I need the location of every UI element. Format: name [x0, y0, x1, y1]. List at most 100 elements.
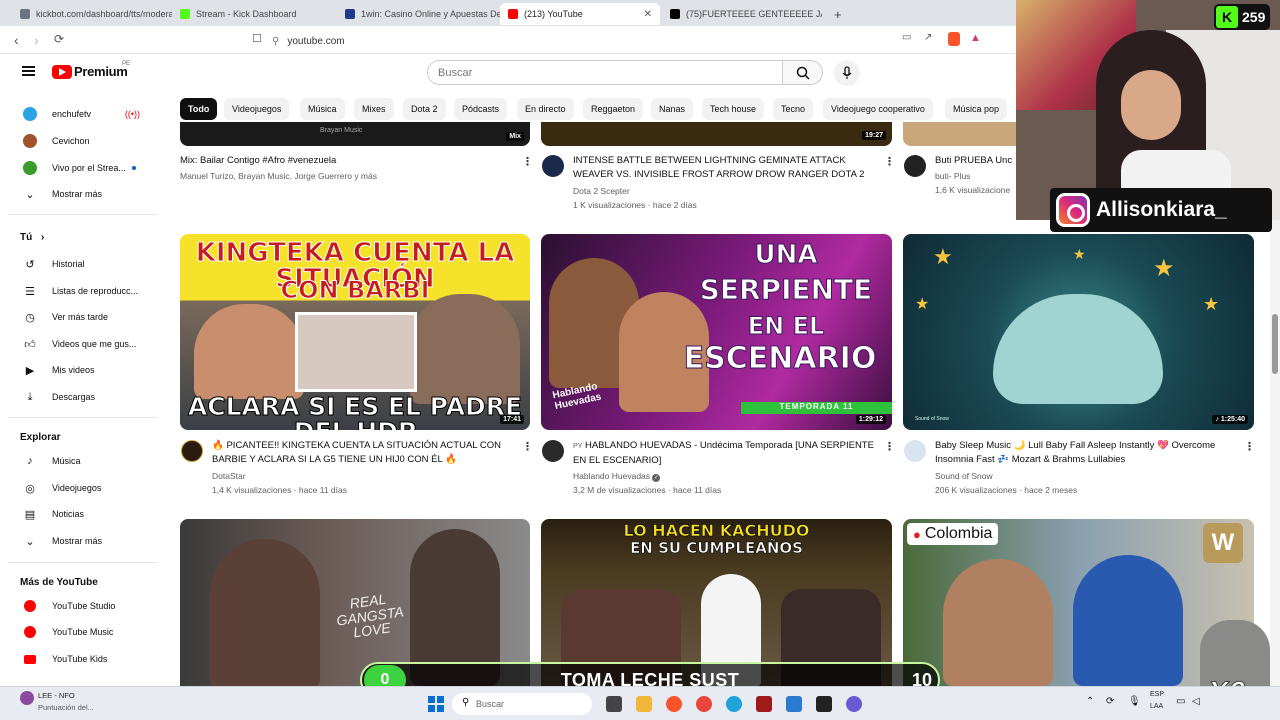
chip-mixes[interactable]: Mixes — [354, 98, 394, 120]
site-info-icon[interactable]: ⚲ — [272, 36, 279, 47]
video-thumbnail[interactable]: LO HACEN KACHUDO EN SU CUMPLEAÑOS — [541, 519, 892, 686]
sidebar-item-music[interactable]: ♪ Música — [8, 450, 158, 472]
tab-youtube[interactable]: (213) YouTube ✕ — [500, 3, 660, 25]
tray-chevron-icon[interactable]: ⌃ — [1086, 696, 1094, 707]
url-field[interactable]: ⚲ youtube.com — [272, 32, 1002, 50]
more-options-icon[interactable]: ⋮ — [522, 155, 533, 168]
sidebar-show-more-explore[interactable]: ⌄ Mostrar más — [8, 530, 158, 552]
video-thumbnail[interactable]: KINGTEKA CUENTA LA SITUACIÓN CON BARBI A… — [180, 234, 530, 430]
sidebar-item-history[interactable]: ↺ Historial — [8, 253, 158, 275]
edge-icon[interactable] — [726, 696, 742, 712]
tab-1win[interactable]: 1win: Casino Online y Apuestas Depo — [337, 3, 500, 25]
sidebar-item-yt-studio[interactable]: YouTube Studio — [8, 595, 158, 617]
file-explorer-icon[interactable] — [636, 696, 652, 712]
channel-avatar[interactable] — [181, 440, 203, 462]
sidebar-item-my-videos[interactable]: ▶ Mis videos — [8, 359, 158, 381]
channel-name[interactable]: Dota 2 Scepter — [573, 186, 630, 196]
sidebar-item-enchufetv[interactable]: enchufetv ((•)) — [8, 103, 158, 125]
back-icon[interactable]: ‹ — [14, 32, 19, 48]
language-indicator[interactable]: ESP — [1150, 691, 1164, 698]
network-icon[interactable]: ▭ — [1176, 696, 1185, 707]
mic-tray-icon[interactable]: 🎙︎ — [1128, 696, 1141, 707]
cast-icon[interactable]: ▭ — [902, 32, 911, 43]
channel-avatar[interactable] — [542, 155, 564, 177]
channel-name[interactable]: DotaStar — [212, 471, 246, 481]
chip-todo[interactable]: Todo — [180, 98, 218, 120]
tab-kick-dashboard[interactable]: Stream - Kick Dashboard — [172, 3, 337, 25]
chip-reggaeton[interactable]: Reggaeton — [583, 98, 644, 120]
sidebar-show-more[interactable]: ⌄ Mostrar más — [8, 183, 158, 205]
sidebar-item-playlists[interactable]: ☰ Listas de reproducc... — [8, 280, 158, 302]
chip-en-directo[interactable]: En directo — [517, 98, 574, 120]
sync-icon[interactable]: ⟳ — [1106, 696, 1114, 707]
tab-kickbot[interactable]: kickbot.com/dashboard/tts/moderati — [12, 3, 172, 25]
close-tab-icon[interactable]: ✕ — [638, 9, 652, 20]
chip-videojuegos[interactable]: Videojuegos — [224, 98, 290, 120]
notification-title[interactable]: LEE - NFO — [38, 691, 75, 700]
tab-fuerte[interactable]: (75)FUERTEEEE GENTEEEEE JAJAJAJA — [662, 3, 822, 25]
taskbar-search[interactable]: Buscar — [452, 693, 592, 715]
video-title[interactable]: 🔥 PICANTEE!! KINGTEKA CUENTA LA SITUACIÓ… — [212, 439, 502, 469]
more-options-icon[interactable]: ⋮ — [884, 440, 895, 453]
search-input[interactable]: Buscar — [427, 60, 783, 85]
video-thumbnail[interactable]: 19:27 — [541, 122, 892, 146]
sidebar-item-yt-kids[interactable]: YouTube Kids — [8, 648, 158, 670]
sidebar-item-cevichon[interactable]: Cevichon — [8, 130, 158, 152]
channel-name[interactable]: buti- Plus — [935, 171, 970, 181]
video-title[interactable]: Mix: Bailar Contigo #Afro #venezuela — [180, 154, 510, 170]
sidebar-item-vivo[interactable]: Vivo por el Strea... — [8, 157, 158, 179]
chip-tecno[interactable]: Tecno — [773, 98, 814, 120]
video-thumbnail[interactable]: ★ ★ ★ ★ ★ Sound of Snow ♪ 1:25:40 — [903, 234, 1254, 430]
video-thumbnail[interactable] — [903, 122, 1016, 146]
video-title[interactable]: Buti PRUEBA Unc — [935, 154, 1015, 170]
sidebar-item-liked[interactable]: 👍︎ Videos que me gus... — [8, 333, 158, 355]
sidebar-item-downloads[interactable]: ⤓ Descargas — [8, 386, 158, 408]
channel-avatar[interactable] — [542, 440, 564, 462]
sidebar-item-gaming[interactable]: ◎ Videojuegos — [8, 477, 158, 499]
more-options-icon[interactable]: ⋮ — [884, 155, 895, 168]
forward-icon[interactable]: › — [34, 32, 39, 48]
channel-avatar[interactable] — [904, 155, 926, 177]
you-section-header[interactable]: Tú › — [20, 232, 44, 243]
hamburger-menu-icon[interactable] — [22, 66, 35, 76]
obs-icon[interactable] — [816, 696, 832, 712]
share-icon[interactable]: ↗ — [924, 32, 932, 43]
chip-musica[interactable]: Música — [300, 98, 345, 120]
video-title[interactable]: Baby Sleep Music 🌙 Lull Baby Fall Asleep… — [935, 439, 1235, 469]
channel-avatar[interactable] — [904, 440, 926, 462]
new-tab-button[interactable]: + — [826, 3, 846, 25]
video-title[interactable]: PY HABLANDO HUEVADAS - Undécima Temporad… — [573, 439, 878, 469]
more-options-icon[interactable]: ⋮ — [522, 440, 533, 453]
more-options-icon[interactable]: ⋮ — [1244, 440, 1255, 453]
reload-icon[interactable]: ⟳ — [54, 32, 64, 46]
bookmark-icon[interactable]: ☐ — [252, 32, 262, 45]
chip-tech-house[interactable]: Tech house — [702, 98, 765, 120]
dota-icon[interactable] — [756, 696, 772, 712]
chip-videojuego-cooperativo[interactable]: Videojuego cooperativo — [823, 98, 933, 120]
chip-podcasts[interactable]: Pódcasts — [454, 98, 508, 120]
channel-name[interactable]: Manuel Turizo, Brayan Music, Jorge Guerr… — [180, 171, 377, 181]
sidebar-item-news[interactable]: ▤ Noticias — [8, 503, 158, 525]
brave-shield-icon[interactable] — [948, 32, 960, 46]
sidebar-item-watch-later[interactable]: ◷ Ver más tarde — [8, 306, 158, 328]
store-icon[interactable] — [786, 696, 802, 712]
channel-name[interactable]: Hablando Huevadas ✓ — [573, 471, 661, 482]
video-thumbnail[interactable]: UNA SERPIENTE EN EL ESCENARIO TEMPORADA … — [541, 234, 892, 430]
opera-icon[interactable] — [696, 696, 712, 712]
scrollbar-thumb[interactable] — [1272, 314, 1278, 374]
video-thumbnail[interactable]: REAL GANGSTA LOVE — [180, 519, 530, 686]
search-button[interactable] — [783, 60, 823, 85]
youtube-premium-logo[interactable]: Premium PE — [52, 61, 130, 79]
sidebar-item-yt-music[interactable]: YouTube Music — [8, 621, 158, 643]
discord-icon[interactable] — [846, 696, 862, 712]
volume-icon[interactable]: ◁ — [1192, 696, 1200, 707]
brave-icon[interactable] — [666, 696, 682, 712]
video-title[interactable]: INTENSE BATTLE BETWEEN LIGHTNING GEMINAT… — [573, 154, 878, 184]
voice-search-button[interactable] — [834, 60, 860, 86]
task-view-icon[interactable] — [606, 696, 622, 712]
channel-name[interactable]: Sound of Snow — [935, 471, 993, 481]
windows-start-icon[interactable] — [428, 696, 444, 712]
chip-musica-pop[interactable]: Música pop — [945, 98, 1008, 120]
video-thumbnail[interactable]: Brayan Music Mix — [180, 122, 530, 146]
chip-nanas[interactable]: Nanas — [651, 98, 694, 120]
